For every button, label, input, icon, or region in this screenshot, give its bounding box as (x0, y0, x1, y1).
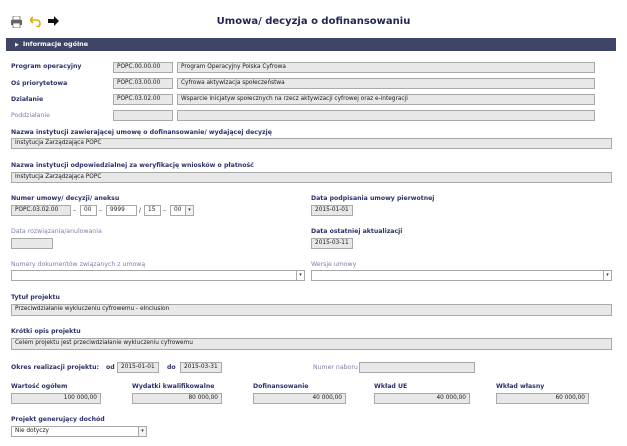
okres-do-label: do (167, 364, 176, 371)
section-header-label: Informacje ogólne (22, 40, 89, 48)
os-name: Cyfrowa aktywizacja społeczeństwa (177, 78, 595, 89)
projekt-dochod-label: Projekt generujący dochód (11, 416, 105, 423)
section-header[interactable]: ▶ Informacje ogólne (6, 38, 616, 51)
data-aktualizacji-label: Data ostatniej aktualizacji (311, 228, 403, 235)
data-podpisania-field: 2015-01-01 (311, 205, 353, 216)
wklad-ue-field: 40 000,00 (374, 393, 470, 404)
wersje-umowy-select[interactable]: ▾ (311, 270, 612, 281)
dofinansowanie-label: Dofinansowanie (253, 383, 309, 390)
instytucja-zawierajaca-field: Instytucja Zarządzająca POPC (11, 138, 612, 149)
numer-umowy-part5-select[interactable]: 00 ▾ (170, 205, 194, 216)
chevron-down-icon[interactable]: ▾ (138, 427, 146, 436)
data-podpisania-label: Data podpisania umowy pierwotnej (311, 195, 435, 202)
numer-umowy-part4[interactable]: 15 (144, 205, 161, 216)
okres-od-field: 2015-01-01 (117, 362, 159, 373)
tytul-projektu-field: Przeciwdziałanie wykluczeniu cyfrowemu -… (11, 304, 612, 316)
numer-umowy-sep1: – (73, 207, 76, 214)
chevron-down-icon[interactable]: ▾ (185, 206, 193, 215)
dzialanie-label: Działanie (11, 96, 44, 103)
numery-dokumentow-label: Numery dokumentów związanych z umową (11, 261, 146, 268)
numer-naboru-label: Numer naboru (313, 364, 358, 371)
wklad-wlasny-field: 60 000,00 (496, 393, 589, 404)
okres-label: Okres realizacji projektu: (11, 364, 99, 371)
wydatki-kwalifikowalne-label: Wydatki kwalifikowalne (132, 383, 215, 390)
wartosc-ogolem-field: 100 000,00 (11, 393, 101, 404)
numery-dokumentow-select[interactable]: ▾ (11, 270, 305, 281)
dzialanie-name: Wsparcie inicjatyw społecznych na rzecz … (177, 94, 595, 105)
numer-umowy-label: Numer umowy/ decyzji/ aneksu (11, 195, 120, 202)
chevron-down-icon[interactable]: ▾ (603, 271, 611, 280)
numer-umowy-sep2: – (99, 207, 102, 214)
numer-umowy-part1: POPC.03.02.00 (11, 205, 71, 216)
program-name: Program Operacyjny Polska Cyfrowa (177, 62, 595, 73)
tytul-projektu-label: Tytuł projektu (11, 294, 60, 301)
numer-umowy-part5-value: 00 (174, 207, 182, 213)
dzialanie-code: POPC.03.02.00 (113, 94, 173, 105)
poddzialanie-label: Poddziałanie (11, 112, 50, 119)
chevron-down-icon[interactable]: ▾ (296, 271, 304, 280)
projekt-dochod-value: Nie dotyczy (15, 428, 49, 434)
okres-od-label: od (106, 364, 115, 371)
page-title: Umowa/ decyzja o dofinansowaniu (216, 16, 411, 27)
wklad-wlasny-label: Wkład własny (496, 383, 545, 390)
triangle-right-icon: ▶ (15, 42, 19, 48)
wersje-umowy-label: Wersje umowy (311, 261, 357, 268)
numer-naboru-field (359, 362, 475, 373)
okres-do-field: 2015-03-31 (180, 362, 222, 373)
os-label: Oś priorytetowa (11, 80, 68, 87)
poddzialanie-name (177, 110, 595, 121)
os-code: POPC.03.00.00 (113, 78, 173, 89)
opis-projektu-label: Krótki opis projektu (11, 328, 81, 335)
dofinansowanie-field: 40 000,00 (253, 393, 346, 404)
data-rozwiazania-field (11, 238, 53, 249)
program-code: POPC.00.00.00 (113, 62, 173, 73)
numer-umowy-part3[interactable]: 9999 (106, 205, 137, 216)
instytucja-odpowiedzialna-field: Instytucja Zarządzająca POPC (11, 172, 612, 183)
numer-umowy-sep4: – (163, 207, 166, 214)
opis-projektu-field: Celem projektu jest przeciwdziałanie wyk… (11, 338, 612, 350)
numer-umowy-part2[interactable]: 00 (80, 205, 97, 216)
wklad-ue-label: Wkład UE (374, 383, 408, 390)
numer-umowy-sep3: / (139, 207, 142, 214)
wydatki-kwalifikowalne-field: 80 000,00 (132, 393, 222, 404)
poddzialanie-code (113, 110, 173, 121)
data-rozwiazania-label: Data rozwiązania/anulowania (11, 228, 102, 235)
program-label: Program operacyjny (11, 63, 82, 70)
data-aktualizacji-field: 2015-03-11 (311, 238, 353, 249)
instytucja-zawierajaca-label: Nazwa instytucji zawierającej umowę o do… (11, 129, 272, 136)
projekt-dochod-select[interactable]: Nie dotyczy ▾ (11, 426, 147, 437)
wartosc-ogolem-label: Wartość ogółem (11, 383, 68, 390)
instytucja-odpowiedzialna-label: Nazwa instytucji odpowiedzialnej za wery… (11, 162, 254, 169)
